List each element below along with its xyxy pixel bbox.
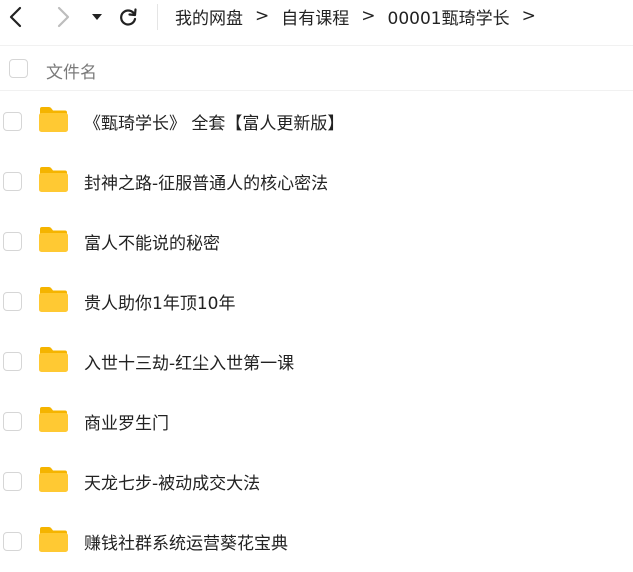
folder-icon [39,407,68,432]
list-item[interactable]: 《甄琦学长》 全套【富人更新版】 [0,92,633,152]
back-button[interactable] [2,3,30,31]
select-all-checkbox[interactable] [9,59,28,78]
list-item[interactable]: 富人不能说的秘密 [0,212,633,272]
folder-icon [39,107,68,132]
folder-icon [39,347,68,372]
folder-icon [39,527,68,552]
file-name[interactable]: 赚钱社群系统运营葵花宝典 [84,529,288,554]
row-checkbox[interactable] [3,472,22,491]
file-name[interactable]: 《甄琦学长》 全套【富人更新版】 [84,109,344,134]
file-name[interactable]: 入世十三劫-红尘入世第一课 [84,349,294,374]
row-checkbox[interactable] [3,112,22,131]
caret-down-icon [92,14,102,20]
folder-icon [39,287,68,312]
file-name[interactable]: 贵人助你1年顶10年 [84,289,235,314]
file-name[interactable]: 商业罗生门 [84,409,169,434]
row-checkbox[interactable] [3,532,22,551]
list-item[interactable]: 入世十三劫-红尘入世第一课 [0,332,633,392]
row-checkbox[interactable] [3,172,22,191]
list-item[interactable]: 天龙七步-被动成交大法 [0,452,633,512]
toolbar: 我的网盘 > 自有课程 > 00001甄琦学长 > [0,0,633,33]
history-dropdown-button[interactable] [83,3,111,31]
row-checkbox[interactable] [3,412,22,431]
breadcrumb-item-root[interactable]: 我的网盘 [175,4,243,29]
row-checkbox[interactable] [3,232,22,251]
forward-button[interactable] [49,3,77,31]
breadcrumb-item-current[interactable]: 00001甄琦学长 [388,4,510,29]
file-name[interactable]: 富人不能说的秘密 [84,229,220,254]
folder-icon [39,467,68,492]
breadcrumb: 我的网盘 > 自有课程 > 00001甄琦学长 > [175,4,548,29]
toolbar-divider [157,4,158,30]
chevron-left-icon [9,6,22,28]
folder-icon [39,227,68,252]
breadcrumb-separator: > [255,6,270,26]
row-checkbox[interactable] [3,292,22,311]
list-item[interactable]: 赚钱社群系统运营葵花宝典 [0,512,633,572]
list-item[interactable]: 贵人助你1年顶10年 [0,272,633,332]
chevron-right-icon [57,6,70,28]
breadcrumb-separator: > [361,6,376,26]
refresh-button[interactable] [114,3,142,31]
file-name[interactable]: 天龙七步-被动成交大法 [84,469,260,494]
refresh-icon [120,8,137,26]
list-item[interactable]: 商业罗生门 [0,392,633,452]
row-checkbox[interactable] [3,352,22,371]
list-header: 文件名 [0,45,633,91]
breadcrumb-item-courses[interactable]: 自有课程 [281,4,349,29]
breadcrumb-separator[interactable]: > [522,6,536,26]
file-name[interactable]: 封神之路-征服普通人的核心密法 [84,169,328,194]
column-header-filename[interactable]: 文件名 [46,58,97,83]
list-item[interactable]: 封神之路-征服普通人的核心密法 [0,152,633,212]
folder-icon [39,167,68,192]
